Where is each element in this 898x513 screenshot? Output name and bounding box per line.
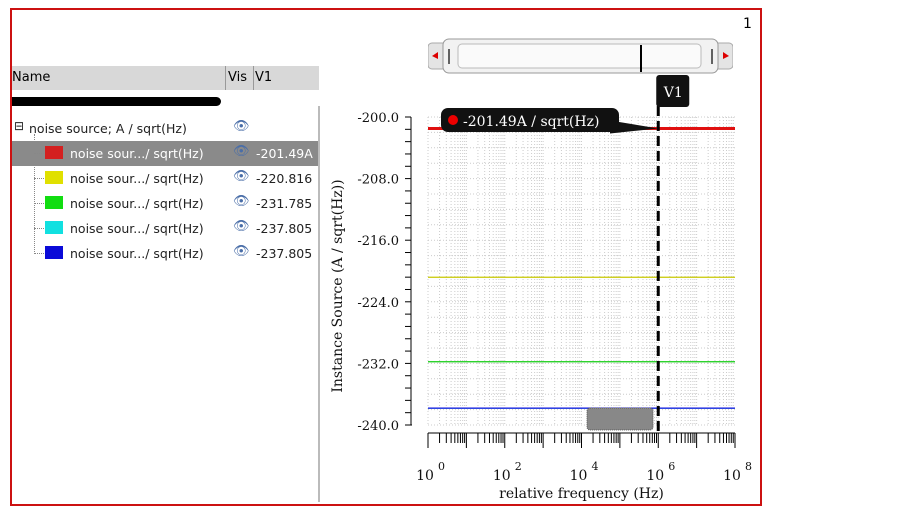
y-tick-label: -240.0 <box>357 419 399 434</box>
x-tick-exponent: 0 <box>438 460 445 473</box>
waveform-viewer: 1 Name Vis V1 ⊟ noise source; A / sqrt(H… <box>0 0 898 513</box>
x-tick-base: 10 <box>570 468 588 484</box>
x-tick-base: 10 <box>493 468 511 484</box>
x-axis-label: relative frequency (Hz) <box>499 486 664 502</box>
plot-area[interactable]: -200.0-208.0-216.0-224.0-232.0-240.01001… <box>0 0 898 513</box>
y-tick-label: -232.0 <box>357 357 399 372</box>
cursor-readout-text: -201.49A / sqrt(Hz) <box>463 114 599 130</box>
series-dot-icon <box>448 115 458 125</box>
y-tick-label: -224.0 <box>357 296 399 311</box>
y-tick-label: -200.0 <box>357 111 399 126</box>
x-tick-exponent: 2 <box>515 460 522 473</box>
y-axis-label: Instance Source (A / sqrt(Hz)) <box>330 179 346 392</box>
y-tick-label: -216.0 <box>357 234 399 249</box>
x-tick-exponent: 4 <box>592 460 599 473</box>
x-tick-base: 10 <box>723 468 741 484</box>
frequency-badge <box>586 407 654 431</box>
y-tick-label: -208.0 <box>357 173 399 188</box>
x-tick-base: 10 <box>646 468 664 484</box>
x-tick-exponent: 8 <box>745 460 752 473</box>
cursor-label: V1 <box>663 85 683 101</box>
x-tick-base: 10 <box>416 468 434 484</box>
x-tick-exponent: 6 <box>668 460 675 473</box>
